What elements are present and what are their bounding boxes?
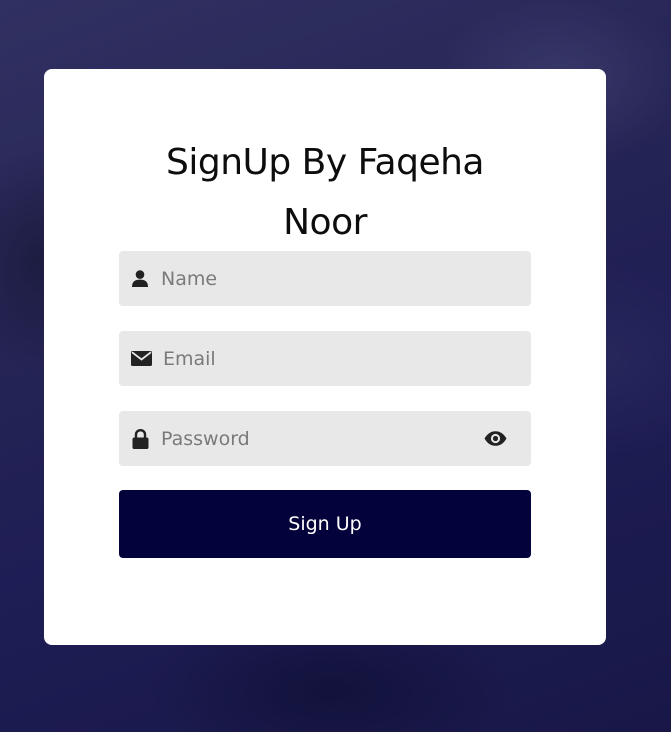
eye-icon[interactable] bbox=[483, 411, 507, 466]
title-line-1: SignUp By Faqeha bbox=[166, 142, 484, 183]
email-field bbox=[119, 331, 531, 386]
user-icon bbox=[130, 251, 150, 306]
password-field bbox=[119, 411, 531, 466]
email-input[interactable] bbox=[163, 331, 521, 386]
title-line-2: Noor bbox=[283, 202, 367, 243]
signup-card: SignUp By Faqeha Noor Name Email Sign Up bbox=[44, 69, 606, 645]
name-input[interactable] bbox=[161, 251, 521, 306]
page-title: SignUp By Faqeha Noor bbox=[139, 133, 511, 253]
lock-icon bbox=[130, 411, 150, 466]
password-input[interactable] bbox=[161, 411, 471, 466]
envelope-icon bbox=[130, 331, 152, 386]
signup-button[interactable]: Sign Up bbox=[119, 490, 531, 558]
name-field bbox=[119, 251, 531, 306]
